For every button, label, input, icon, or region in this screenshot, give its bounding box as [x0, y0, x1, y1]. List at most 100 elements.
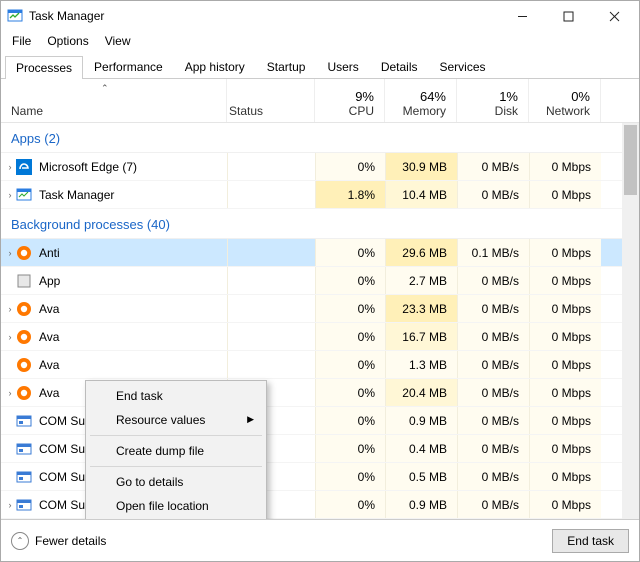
cell-disk: 0 MB/s — [457, 351, 529, 378]
expand-icon[interactable]: › — [1, 248, 15, 258]
process-icon — [15, 273, 33, 289]
fewer-details-toggle[interactable]: ⌃ Fewer details — [11, 532, 106, 550]
expand-icon[interactable]: › — [1, 332, 15, 342]
ctx-end-task[interactable]: End task — [88, 384, 264, 408]
group-apps: Apps (2) — [1, 123, 639, 153]
cell-network: 0 Mbps — [529, 407, 601, 434]
expand-icon[interactable]: › — [1, 500, 15, 510]
process-icon — [15, 301, 33, 317]
separator — [90, 435, 262, 436]
process-icon — [15, 469, 33, 485]
close-button[interactable] — [591, 1, 637, 31]
titlebar[interactable]: Task Manager — [1, 1, 639, 31]
process-icon — [15, 413, 33, 429]
tab-performance[interactable]: Performance — [83, 55, 174, 78]
process-row[interactable]: App 0% 2.7 MB 0 MB/s 0 Mbps — [1, 267, 639, 295]
process-row[interactable]: › Ava 0% 23.3 MB 0 MB/s 0 Mbps — [1, 295, 639, 323]
process-row[interactable]: Ava 0% 1.3 MB 0 MB/s 0 Mbps — [1, 351, 639, 379]
cell-status — [227, 181, 315, 208]
cell-disk: 0 MB/s — [457, 435, 529, 462]
cell-cpu: 1.8% — [315, 181, 385, 208]
process-name: Microsoft Edge (7) — [37, 160, 223, 174]
tab-details[interactable]: Details — [370, 55, 429, 78]
tab-apphistory[interactable]: App history — [174, 55, 256, 78]
menu-file[interactable]: File — [5, 33, 38, 49]
process-icon — [15, 159, 33, 175]
process-name: Ava — [37, 330, 223, 344]
cell-memory: 29.6 MB — [385, 239, 457, 266]
process-icon — [15, 187, 33, 203]
ctx-search-online[interactable]: Search online — [88, 518, 264, 519]
cell-cpu: 0% — [315, 295, 385, 322]
tab-startup[interactable]: Startup — [256, 55, 317, 78]
cell-network: 0 Mbps — [529, 239, 601, 266]
header-status[interactable]: Status — [227, 79, 315, 122]
menu-options[interactable]: Options — [40, 33, 95, 49]
cell-memory: 2.7 MB — [385, 267, 457, 294]
expand-icon[interactable]: › — [1, 304, 15, 314]
ctx-create-dump[interactable]: Create dump file — [88, 439, 264, 463]
cell-disk: 0 MB/s — [457, 463, 529, 490]
header-cpu[interactable]: 9%CPU — [315, 79, 385, 122]
minimize-button[interactable] — [499, 1, 545, 31]
tab-processes[interactable]: Processes — [5, 56, 83, 79]
process-list: Apps (2) › Microsoft Edge (7) 0% 30.9 MB… — [1, 123, 639, 519]
cell-disk: 0 MB/s — [457, 323, 529, 350]
cell-cpu: 0% — [315, 267, 385, 294]
sort-caret-icon: ⌃ — [101, 83, 109, 94]
process-icon — [15, 497, 33, 513]
cell-network: 0 Mbps — [529, 153, 601, 180]
cell-cpu: 0% — [315, 379, 385, 406]
end-task-button[interactable]: End task — [552, 529, 629, 553]
cell-network: 0 Mbps — [529, 351, 601, 378]
process-row[interactable]: › Ava 0% 16.7 MB 0 MB/s 0 Mbps — [1, 323, 639, 351]
process-row[interactable]: › Microsoft Edge (7) 0% 30.9 MB 0 MB/s 0… — [1, 153, 639, 181]
menu-view[interactable]: View — [98, 33, 138, 49]
cell-status — [227, 295, 315, 322]
process-row[interactable]: › Anti 0% 29.6 MB 0.1 MB/s 0 Mbps — [1, 239, 639, 267]
cell-disk: 0.1 MB/s — [457, 239, 529, 266]
cell-memory: 23.3 MB — [385, 295, 457, 322]
process-icon — [15, 329, 33, 345]
ctx-resource-values[interactable]: Resource values▶ — [88, 408, 264, 432]
cell-cpu: 0% — [315, 351, 385, 378]
cell-cpu: 0% — [315, 463, 385, 490]
header-name[interactable]: ⌃ Name — [1, 79, 227, 122]
maximize-button[interactable] — [545, 1, 591, 31]
cell-memory: 0.9 MB — [385, 407, 457, 434]
app-icon — [7, 8, 23, 24]
group-background: Background processes (40) — [1, 209, 639, 239]
ctx-open-location[interactable]: Open file location — [88, 494, 264, 518]
cell-network: 0 Mbps — [529, 463, 601, 490]
menubar: File Options View — [1, 31, 639, 51]
process-row[interactable]: › Task Manager 1.8% 10.4 MB 0 MB/s 0 Mbp… — [1, 181, 639, 209]
scrollbar[interactable] — [622, 123, 639, 519]
cell-network: 0 Mbps — [529, 323, 601, 350]
cell-disk: 0 MB/s — [457, 379, 529, 406]
process-name: Anti — [37, 246, 223, 260]
cell-disk: 0 MB/s — [457, 267, 529, 294]
cell-status — [227, 153, 315, 180]
cell-cpu: 0% — [315, 491, 385, 518]
header-memory[interactable]: 64%Memory — [385, 79, 457, 122]
expand-icon[interactable]: › — [1, 190, 15, 200]
cell-status — [227, 267, 315, 294]
cell-memory: 0.9 MB — [385, 491, 457, 518]
cell-cpu: 0% — [315, 407, 385, 434]
header-disk[interactable]: 1%Disk — [457, 79, 529, 122]
chevron-right-icon: ▶ — [247, 414, 254, 425]
process-icon — [15, 357, 33, 373]
scrollbar-thumb[interactable] — [624, 125, 637, 195]
cell-memory: 20.4 MB — [385, 379, 457, 406]
cell-cpu: 0% — [315, 435, 385, 462]
cell-network: 0 Mbps — [529, 295, 601, 322]
expand-icon[interactable]: › — [1, 162, 15, 172]
tab-services[interactable]: Services — [429, 55, 497, 78]
cell-network: 0 Mbps — [529, 379, 601, 406]
expand-icon[interactable]: › — [1, 388, 15, 398]
tabbar: Processes Performance App history Startu… — [1, 51, 639, 79]
ctx-go-to-details[interactable]: Go to details — [88, 470, 264, 494]
tab-users[interactable]: Users — [316, 55, 369, 78]
cell-cpu: 0% — [315, 323, 385, 350]
header-network[interactable]: 0%Network — [529, 79, 601, 122]
